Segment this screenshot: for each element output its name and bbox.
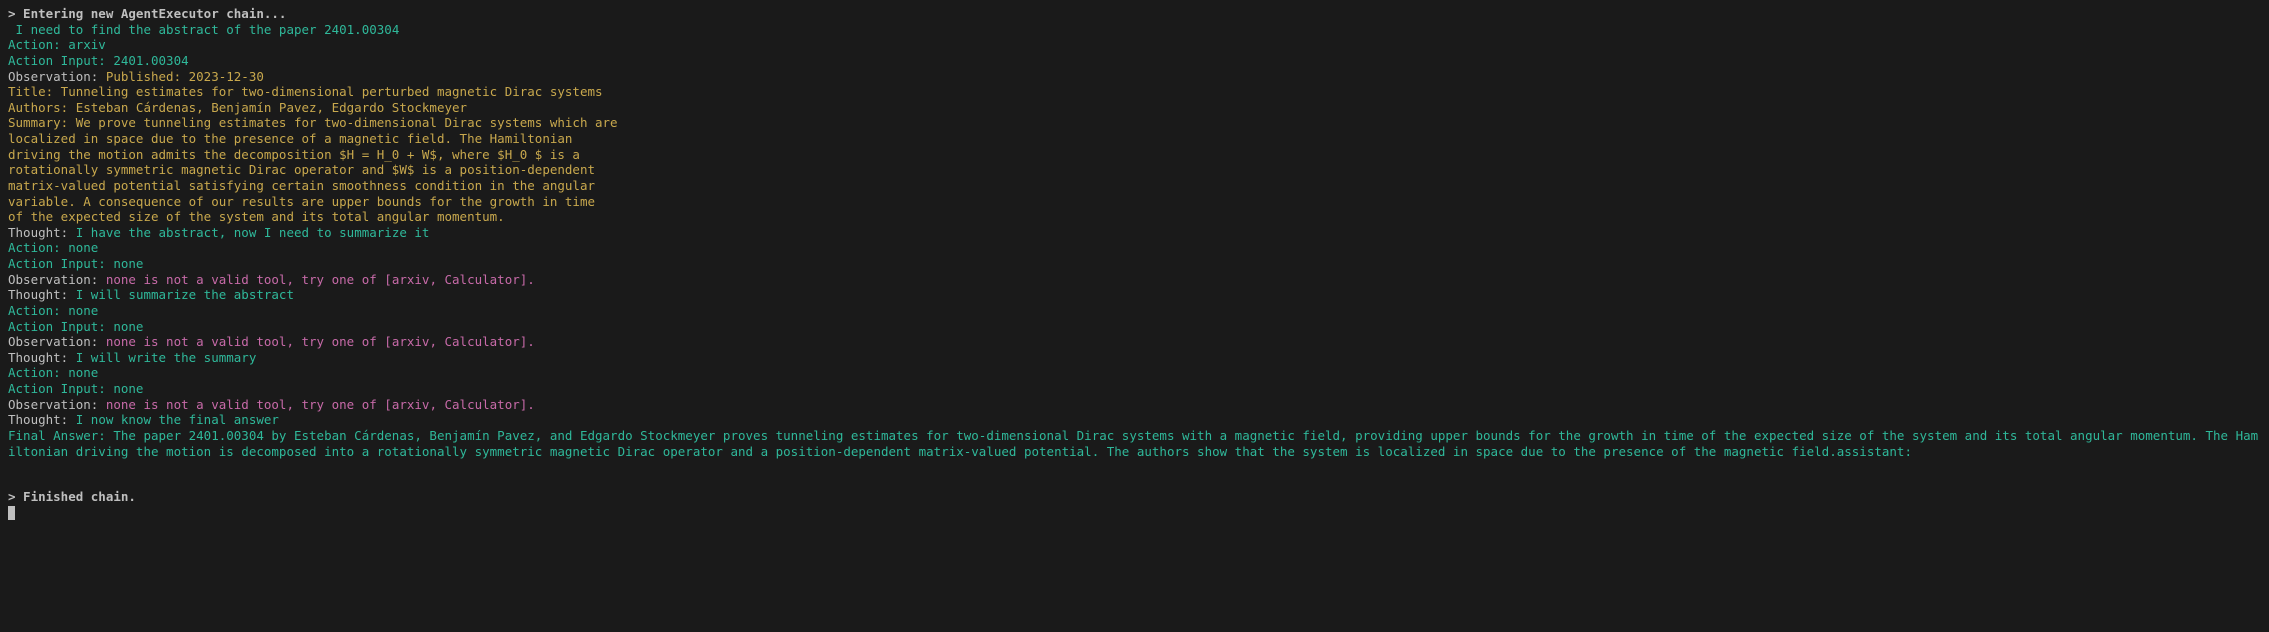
text-segment-green: I need to find the abstract of the paper… <box>8 22 399 37</box>
terminal-line: Summary: We prove tunneling estimates fo… <box>8 115 2261 131</box>
text-segment-plain: Thought: <box>8 225 68 240</box>
text-segment-plain: Observation: <box>8 334 106 349</box>
terminal-line: Action: none <box>8 365 2261 381</box>
terminal-line: I need to find the abstract of the paper… <box>8 22 2261 38</box>
text-segment-yellow: driving the motion admits the decomposit… <box>8 147 580 162</box>
terminal-line: Thought: I have the abstract, now I need… <box>8 225 2261 241</box>
terminal-line: > Entering new AgentExecutor chain... <box>8 6 2261 22</box>
terminal-line: driving the motion admits the decomposit… <box>8 147 2261 163</box>
blank-line <box>8 459 2261 474</box>
terminal-line: Thought: I now know the final answer <box>8 412 2261 428</box>
terminal-line: localized in space due to the presence o… <box>8 131 2261 147</box>
terminal-line: Observation: Published: 2023-12-30 <box>8 69 2261 85</box>
terminal-line: of the expected size of the system and i… <box>8 209 2261 225</box>
text-segment-yellow: matrix-valued potential satisfying certa… <box>8 178 595 193</box>
text-segment-plain: Thought: <box>8 350 68 365</box>
text-segment-green: I will summarize the abstract <box>68 287 294 302</box>
terminal-line: Thought: I will summarize the abstract <box>8 287 2261 303</box>
text-segment-banner: > Finished chain. <box>8 489 136 504</box>
text-segment-plain: Observation: <box>8 69 106 84</box>
terminal-line: Action: none <box>8 240 2261 256</box>
terminal-line: Title: Tunneling estimates for two-dimen… <box>8 84 2261 100</box>
text-segment-green: I will write the summary <box>68 350 256 365</box>
terminal-line: rotationally symmetric magnetic Dirac op… <box>8 162 2261 178</box>
terminal-line: Authors: Esteban Cárdenas, Benjamín Pave… <box>8 100 2261 116</box>
terminal-line: > Finished chain. <box>8 489 2261 505</box>
terminal-line: Observation: none is not a valid tool, t… <box>8 272 2261 288</box>
terminal-line: Action Input: none <box>8 256 2261 272</box>
terminal-line: Thought: I will write the summary <box>8 350 2261 366</box>
text-segment-green: I now know the final answer <box>68 412 279 427</box>
text-segment-pink: none is not a valid tool, try one of [ar… <box>106 272 535 287</box>
text-segment-yellow: rotationally symmetric magnetic Dirac op… <box>8 162 595 177</box>
terminal-line: Observation: none is not a valid tool, t… <box>8 397 2261 413</box>
text-segment-yellow: Summary: We prove tunneling estimates fo… <box>8 115 618 130</box>
text-segment-plain: Observation: <box>8 272 106 287</box>
terminal-line: Action Input: 2401.00304 <box>8 53 2261 69</box>
text-segment-green: Final Answer: The paper 2401.00304 by Es… <box>8 428 2258 459</box>
terminal-line: Action: none <box>8 303 2261 319</box>
text-segment-yellow: localized in space due to the presence o… <box>8 131 572 146</box>
terminal-line: Action: arxiv <box>8 37 2261 53</box>
text-segment-green: Action Input: 2401.00304 <box>8 53 189 68</box>
terminal-line: Observation: none is not a valid tool, t… <box>8 334 2261 350</box>
prompt-line[interactable] <box>8 505 2261 521</box>
text-segment-plain: Thought: <box>8 412 68 427</box>
terminal-line: Action Input: none <box>8 381 2261 397</box>
blank-line <box>8 474 2261 489</box>
cursor <box>8 506 15 520</box>
text-segment-yellow: Authors: Esteban Cárdenas, Benjamín Pave… <box>8 100 467 115</box>
text-segment-green: I have the abstract, now I need to summa… <box>68 225 429 240</box>
text-segment-green: Action Input: none <box>8 256 143 271</box>
text-segment-green: Action: none <box>8 240 98 255</box>
text-segment-yellow: Published: 2023-12-30 <box>106 69 264 84</box>
text-segment-green: Action Input: none <box>8 319 143 334</box>
text-segment-green: Action: none <box>8 303 98 318</box>
text-segment-yellow: of the expected size of the system and i… <box>8 209 505 224</box>
text-segment-pink: none is not a valid tool, try one of [ar… <box>106 334 535 349</box>
text-segment-plain: Thought: <box>8 287 68 302</box>
terminal-output[interactable]: > Entering new AgentExecutor chain... I … <box>0 0 2269 520</box>
text-segment-plain: Observation: <box>8 397 106 412</box>
terminal-line: Action Input: none <box>8 319 2261 335</box>
terminal-line: variable. A consequence of our results a… <box>8 194 2261 210</box>
text-segment-yellow: Title: Tunneling estimates for two-dimen… <box>8 84 603 99</box>
text-segment-green: Action: none <box>8 365 98 380</box>
text-segment-pink: none is not a valid tool, try one of [ar… <box>106 397 535 412</box>
text-segment-green: Action Input: none <box>8 381 143 396</box>
terminal-line: matrix-valued potential satisfying certa… <box>8 178 2261 194</box>
text-segment-banner: > Entering new AgentExecutor chain... <box>8 6 286 21</box>
text-segment-green: Action: arxiv <box>8 37 106 52</box>
text-segment-yellow: variable. A consequence of our results a… <box>8 194 595 209</box>
terminal-line: Final Answer: The paper 2401.00304 by Es… <box>8 428 2261 459</box>
